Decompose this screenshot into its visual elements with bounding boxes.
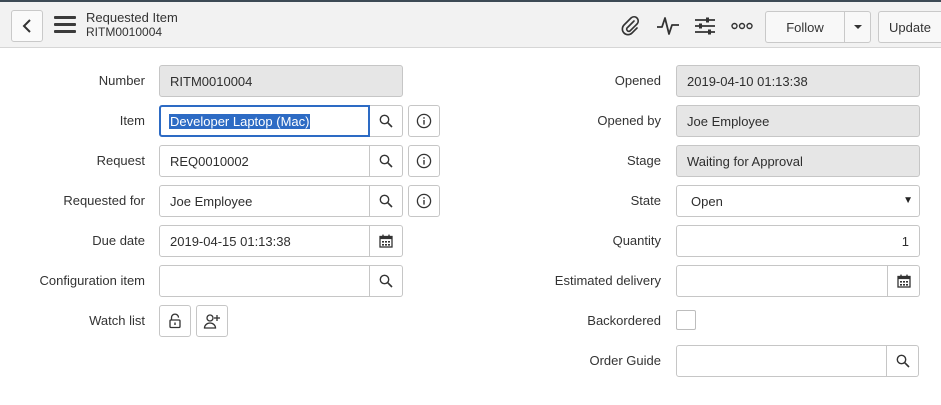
state-label: State bbox=[630, 193, 661, 208]
estimated-delivery-label: Estimated delivery bbox=[554, 273, 661, 288]
item-field-value: Developer Laptop (Mac) bbox=[169, 113, 311, 129]
state-select[interactable]: Open ▼ bbox=[676, 185, 920, 217]
hamburger-menu-icon[interactable] bbox=[54, 16, 76, 34]
number-field[interactable]: RITM0010004 bbox=[159, 65, 403, 97]
watch-list-unlock-button[interactable] bbox=[159, 305, 191, 337]
info-icon bbox=[416, 193, 432, 209]
form-title: Requested Item bbox=[86, 10, 178, 25]
more-options-button[interactable] bbox=[729, 14, 755, 38]
activity-button[interactable] bbox=[655, 14, 681, 38]
requested-for-field[interactable]: Joe Employee bbox=[159, 185, 370, 217]
personalize-form-button[interactable] bbox=[692, 14, 718, 38]
search-icon bbox=[379, 274, 393, 288]
search-icon bbox=[379, 154, 393, 168]
activity-icon bbox=[657, 17, 679, 35]
item-info-button[interactable] bbox=[408, 105, 440, 137]
more-icon bbox=[731, 22, 753, 30]
form-title-block: Requested Item RITM0010004 bbox=[86, 10, 178, 40]
request-field[interactable]: REQ0010002 bbox=[159, 145, 370, 177]
attachment-button[interactable] bbox=[617, 14, 643, 38]
due-date-label: Due date bbox=[92, 233, 145, 248]
follow-button[interactable]: Follow bbox=[765, 11, 844, 43]
stage-label: Stage bbox=[627, 153, 661, 168]
form-header: Requested Item RITM0010004 Follow Update bbox=[0, 2, 941, 48]
order-guide-field[interactable] bbox=[676, 345, 887, 377]
request-lookup-button[interactable] bbox=[370, 145, 403, 177]
requested-for-lookup-button[interactable] bbox=[370, 185, 403, 217]
stage-field[interactable]: Waiting for Approval bbox=[676, 145, 920, 177]
requested-for-label: Requested for bbox=[63, 193, 145, 208]
opened-field[interactable]: 2019-04-10 01:13:38 bbox=[676, 65, 920, 97]
requested-for-info-button[interactable] bbox=[408, 185, 440, 217]
sliders-icon bbox=[695, 17, 715, 35]
follow-dropdown-button[interactable] bbox=[844, 11, 871, 43]
add-person-icon bbox=[203, 314, 220, 329]
paperclip-icon bbox=[621, 15, 640, 36]
opened-label: Opened bbox=[614, 73, 661, 88]
opened-by-field[interactable]: Joe Employee bbox=[676, 105, 920, 137]
search-icon bbox=[379, 194, 393, 208]
caret-down-icon bbox=[853, 25, 862, 29]
configuration-item-label: Configuration item bbox=[39, 273, 146, 288]
request-label: Request bbox=[96, 153, 145, 168]
request-info-button[interactable] bbox=[408, 145, 440, 177]
watch-list-add-me-button[interactable] bbox=[196, 305, 228, 337]
info-icon bbox=[416, 153, 432, 169]
form-record-number: RITM0010004 bbox=[86, 25, 163, 39]
backordered-label: Backordered bbox=[587, 313, 661, 328]
estimated-delivery-calendar-button[interactable] bbox=[888, 265, 920, 297]
info-icon bbox=[416, 113, 432, 129]
configuration-item-lookup-button[interactable] bbox=[370, 265, 403, 297]
number-label: Number bbox=[98, 73, 145, 88]
search-icon bbox=[896, 354, 910, 368]
update-button[interactable]: Update bbox=[878, 11, 941, 43]
quantity-label: Quantity bbox=[612, 233, 661, 248]
back-button[interactable] bbox=[11, 10, 43, 42]
opened-by-label: Opened by bbox=[597, 113, 661, 128]
due-date-calendar-button[interactable] bbox=[370, 225, 403, 257]
order-guide-lookup-button[interactable] bbox=[887, 345, 919, 377]
order-guide-label: Order Guide bbox=[589, 353, 661, 368]
backordered-checkbox[interactable] bbox=[676, 310, 696, 330]
calendar-icon bbox=[896, 274, 911, 288]
calendar-icon bbox=[379, 234, 393, 248]
search-icon bbox=[379, 114, 393, 128]
quantity-field[interactable]: 1 bbox=[676, 225, 920, 257]
item-label: Item bbox=[119, 113, 145, 128]
configuration-item-field[interactable] bbox=[159, 265, 370, 297]
item-lookup-button[interactable] bbox=[370, 105, 403, 137]
item-field[interactable]: Developer Laptop (Mac) bbox=[159, 105, 370, 137]
watch-list-label: Watch list bbox=[89, 313, 145, 328]
caret-down-icon: ▼ bbox=[903, 195, 913, 206]
lock-icon bbox=[169, 313, 181, 329]
estimated-delivery-field[interactable] bbox=[676, 265, 888, 297]
chevron-left-icon bbox=[22, 19, 31, 33]
due-date-field[interactable]: 2019-04-15 01:13:38 bbox=[159, 225, 370, 257]
